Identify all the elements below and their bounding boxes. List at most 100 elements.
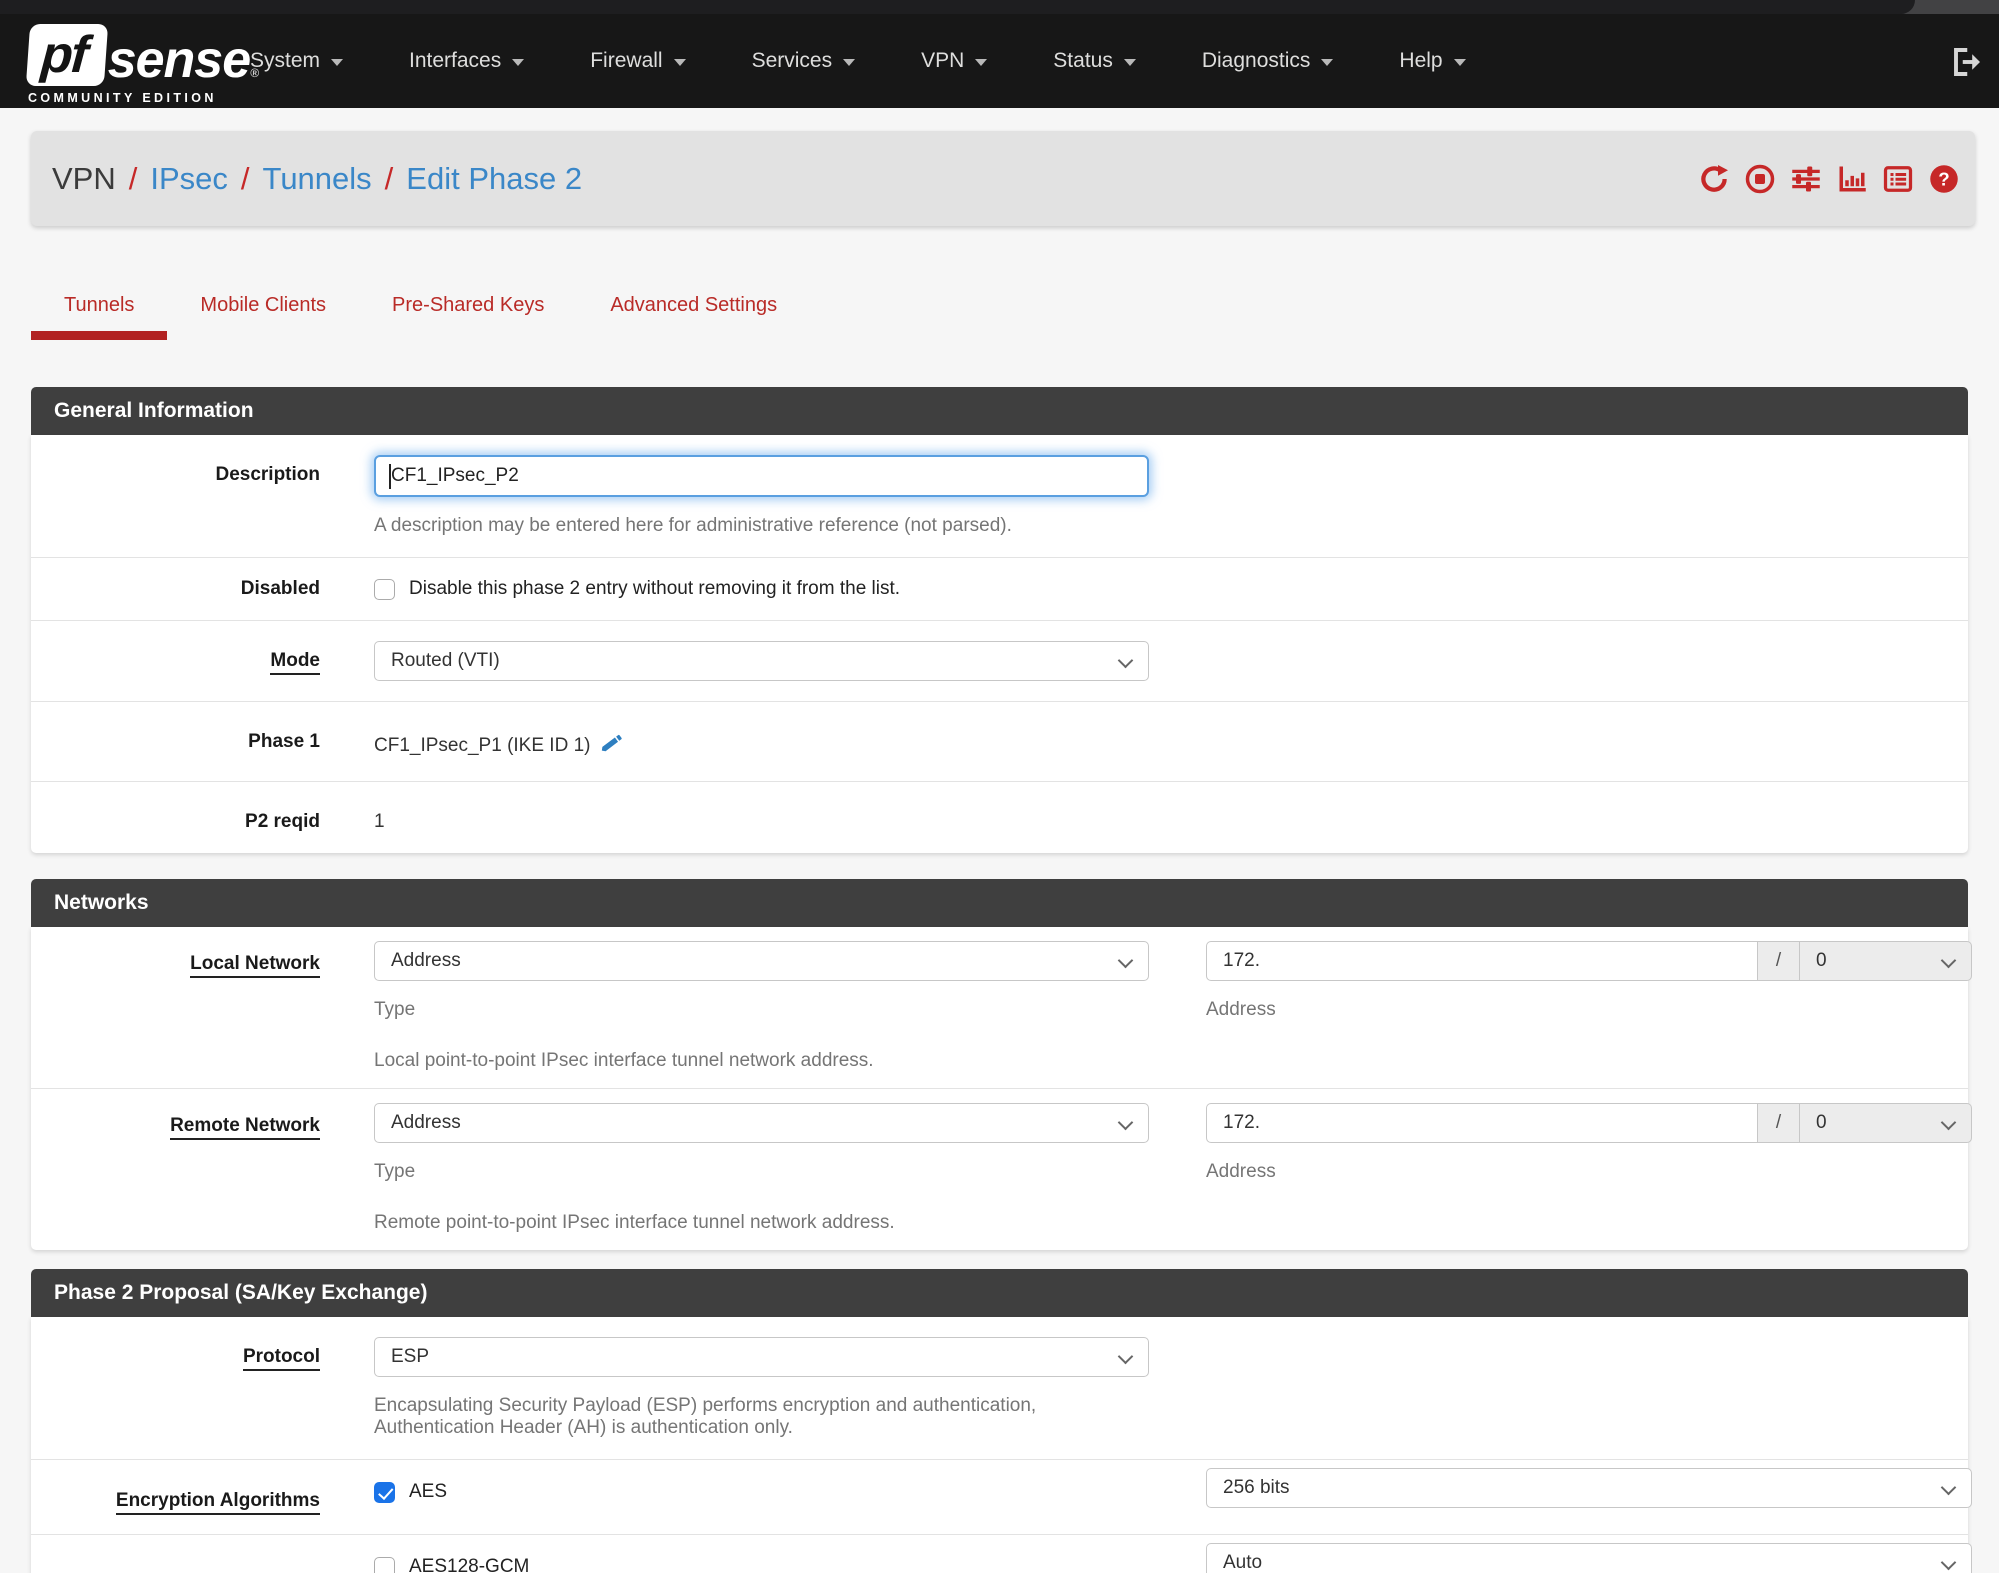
row-remote-network: Remote Network Address Type Remote point… — [31, 1088, 1972, 1250]
description-value: CF1_IPsec_P2 — [391, 465, 519, 486]
breadcrumb: VPN / IPsec / Tunnels / Edit Phase 2 — [52, 161, 582, 197]
protocol-label: Protocol — [53, 1337, 320, 1439]
phase1-value: CF1_IPsec_P1 (IKE ID 1) — [374, 735, 591, 756]
empty-label — [53, 1543, 320, 1573]
tab-pre-shared-keys[interactable]: Pre-Shared Keys — [359, 280, 577, 340]
caret-down-icon — [843, 59, 856, 66]
local-network-address-hint: Address — [1206, 999, 1276, 1020]
page-action-icons: ? — [1699, 164, 1959, 194]
aes128-gcm-checkbox-label: AES128-GCM — [409, 1556, 530, 1573]
logo-edition-text: COMMUNITY EDITION — [28, 91, 217, 105]
row-mode: Mode Routed (VTI) — [31, 620, 1968, 701]
local-network-type-select[interactable]: Address — [374, 941, 1149, 981]
nav-item-help[interactable]: Help — [1399, 49, 1466, 73]
breadcrumb-vpn: VPN — [52, 160, 116, 196]
row-phase1: Phase 1 CF1_IPsec_P1 (IKE ID 1) — [31, 701, 1968, 781]
remote-network-address-hint: Address — [1206, 1161, 1276, 1182]
tab-advanced-settings[interactable]: Advanced Settings — [577, 280, 810, 340]
aes-checkbox-label: AES — [409, 1481, 448, 1502]
protocol-help: Encapsulating Security Payload (ESP) per… — [374, 1395, 1037, 1438]
section-general-information: General Information Description CF1_IPse… — [31, 387, 1968, 853]
row-p2reqid: P2 reqid 1 — [31, 781, 1968, 853]
pfsense-logo[interactable]: pf sense® COMMUNITY EDITION — [25, 24, 259, 105]
nav-item-vpn[interactable]: VPN — [921, 49, 988, 73]
breadcrumb-ipsec[interactable]: IPsec — [150, 161, 228, 197]
logo-sense-text: sense® — [107, 31, 259, 89]
breadcrumb-bar: VPN / IPsec / Tunnels / Edit Phase 2 ? — [31, 131, 1975, 226]
caret-down-icon — [1453, 59, 1466, 66]
trademark-symbol: ® — [250, 66, 259, 80]
logo-pf-text: pf — [39, 26, 89, 84]
row-disabled: Disabled Disable this phase 2 entry with… — [31, 557, 1968, 620]
general-panel: Description CF1_IPsec_P2 A description m… — [31, 435, 1968, 853]
pf-logo-box: pf — [25, 24, 108, 86]
stop-circle-icon[interactable] — [1745, 164, 1775, 194]
caret-down-icon — [512, 59, 525, 66]
log-list-icon[interactable] — [1883, 164, 1913, 194]
row-encryption-aes: Encryption Algorithms AES 256 bits — [31, 1459, 1972, 1534]
nav-item-system[interactable]: System — [250, 49, 344, 73]
remote-network-prefix-separator: / — [1758, 1103, 1800, 1143]
remote-network-prefix-select[interactable]: 0 — [1800, 1103, 1972, 1143]
refresh-icon[interactable] — [1699, 164, 1729, 194]
caret-down-icon — [673, 59, 686, 66]
mode-select[interactable]: Routed (VTI) — [374, 641, 1149, 681]
nav-item-services[interactable]: Services — [752, 49, 856, 73]
remote-network-type-select[interactable]: Address — [374, 1103, 1149, 1143]
row-protocol: Protocol ESP Encapsulating Security Payl… — [31, 1317, 1968, 1459]
local-network-help: Local point-to-point IPsec interface tun… — [374, 1050, 874, 1071]
caret-down-icon — [975, 59, 988, 66]
bar-chart-icon[interactable] — [1837, 164, 1867, 194]
local-network-address-input[interactable]: 172. — [1206, 941, 1758, 981]
edit-pencil-icon[interactable] — [600, 731, 624, 761]
section-title: Phase 2 Proposal (SA/Key Exchange) — [31, 1269, 1968, 1317]
row-local-network: Local Network Address Type Local point-t… — [31, 927, 1972, 1088]
local-network-prefix-separator: / — [1758, 941, 1800, 981]
aes-keylen-select[interactable]: 256 bits — [1206, 1468, 1972, 1508]
nav-item-status[interactable]: Status — [1053, 49, 1136, 73]
description-input[interactable]: CF1_IPsec_P2 — [374, 455, 1149, 497]
breadcrumb-separator: / — [240, 160, 250, 196]
aes128-gcm-checkbox[interactable] — [374, 1556, 395, 1573]
navbar: pf sense® COMMUNITY EDITION System Inter… — [0, 14, 1999, 108]
nav-item-firewall[interactable]: Firewall — [590, 49, 686, 73]
tab-mobile-clients[interactable]: Mobile Clients — [167, 280, 359, 340]
breadcrumb-edit-phase-2[interactable]: Edit Phase 2 — [406, 161, 582, 197]
caret-down-icon — [331, 59, 344, 66]
aes128-gcm-keylen-select[interactable]: Auto — [1206, 1543, 1972, 1573]
mode-label: Mode — [53, 641, 320, 681]
local-network-label: Local Network — [53, 941, 320, 1072]
disabled-checkbox[interactable] — [374, 578, 395, 600]
phase1-label: Phase 1 — [248, 731, 320, 752]
nav-item-interfaces[interactable]: Interfaces — [409, 49, 525, 73]
local-network-prefix-select[interactable]: 0 — [1800, 941, 1972, 981]
encryption-algorithms-label: Encryption Algorithms — [53, 1468, 320, 1515]
nav-item-diagnostics[interactable]: Diagnostics — [1202, 49, 1334, 73]
window-top-strip — [0, 0, 1999, 14]
breadcrumb-separator: / — [384, 160, 394, 196]
networks-panel: Local Network Address Type Local point-t… — [31, 927, 1972, 1250]
description-help: A description may be entered here for ad… — [374, 515, 1012, 536]
aes-checkbox[interactable] — [374, 1481, 395, 1503]
remote-network-type-hint: Type — [374, 1161, 416, 1182]
row-description: Description CF1_IPsec_P2 A description m… — [31, 435, 1968, 557]
remote-network-address-input[interactable]: 172. — [1206, 1103, 1758, 1143]
sliders-icon[interactable] — [1791, 164, 1821, 194]
proposal-panel: Protocol ESP Encapsulating Security Payl… — [31, 1317, 1972, 1573]
help-icon[interactable]: ? — [1929, 164, 1959, 194]
window-tab-shade — [0, 0, 1915, 14]
remote-network-label: Remote Network — [53, 1103, 320, 1234]
disabled-label: Disabled — [240, 578, 320, 599]
sign-out-icon[interactable] — [1947, 44, 1983, 85]
breadcrumb-tunnels[interactable]: Tunnels — [263, 161, 372, 197]
row-encryption-aes128gcm: AES128-GCM Auto — [31, 1534, 1972, 1573]
protocol-select[interactable]: ESP — [374, 1337, 1149, 1377]
section-title: Networks — [31, 879, 1968, 927]
nav-menu: System Interfaces Firewall Services VPN … — [250, 49, 1532, 73]
phase1-value-line: CF1_IPsec_P1 (IKE ID 1) — [374, 722, 1149, 761]
tab-tunnels[interactable]: Tunnels — [31, 280, 168, 340]
disabled-checkbox-label: Disable this phase 2 entry without remov… — [409, 578, 901, 599]
tab-bar: Tunnels Mobile Clients Pre-Shared Keys A… — [31, 280, 1999, 340]
section-title: General Information — [31, 387, 1968, 435]
section-networks: Networks Local Network Address Type Loca… — [31, 879, 1972, 1250]
